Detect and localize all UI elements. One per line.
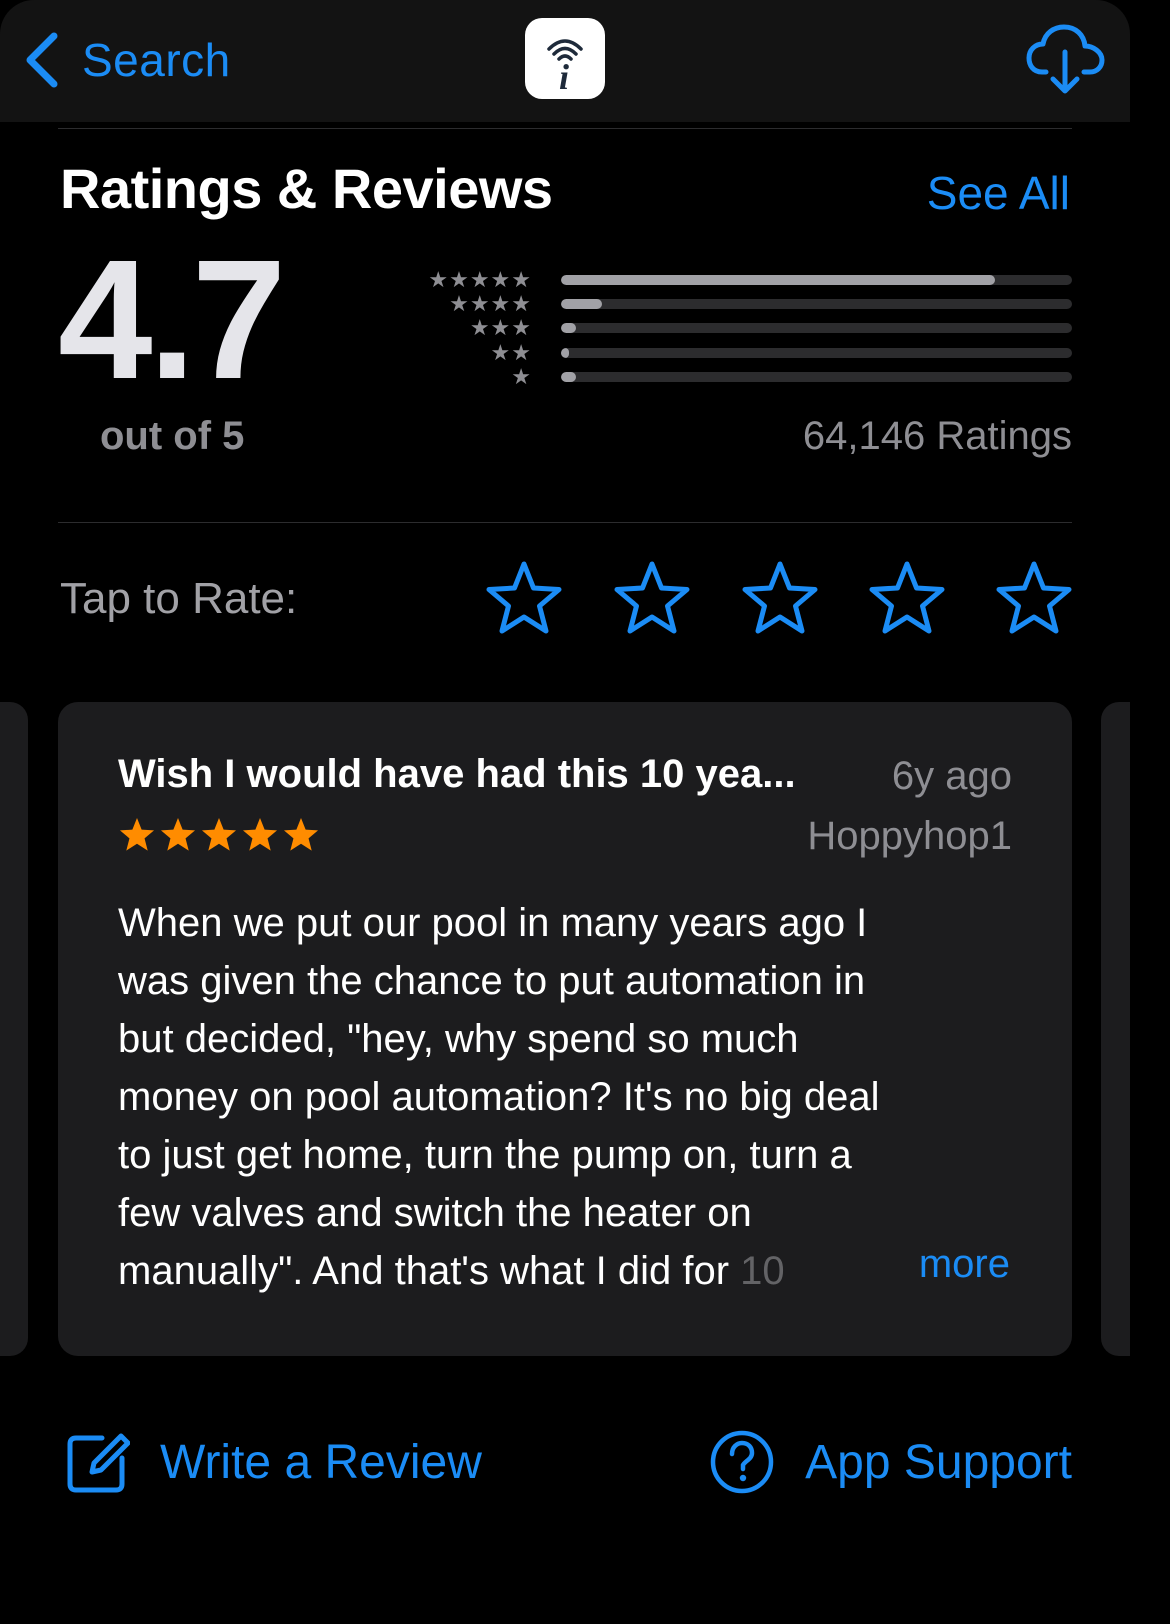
histogram-stars: ★	[511, 364, 532, 389]
review-body: When we put our pool in many years ago I…	[118, 894, 1018, 1300]
write-review-button[interactable]: Write a Review	[66, 1428, 482, 1496]
histogram-bar	[561, 372, 1072, 382]
next-review-card[interactable]	[1101, 702, 1130, 1356]
star-filled-icon	[283, 817, 319, 851]
histogram-row: ★★★★★	[410, 268, 1072, 292]
svg-text:i: i	[559, 57, 569, 91]
section-title: Ratings & Reviews	[60, 157, 553, 220]
section-divider	[58, 522, 1072, 523]
histogram-bar	[561, 348, 1072, 358]
review-line: but decided, "hey, why spend so much	[118, 1017, 799, 1061]
histogram-row: ★	[410, 365, 1072, 389]
review-author: Hoppyhop1	[807, 814, 1012, 858]
histogram-bar	[561, 323, 1072, 333]
histogram-row: ★★★	[410, 316, 1072, 340]
histogram-row: ★★★★	[410, 292, 1072, 316]
section-divider	[58, 128, 1072, 129]
histogram-stars: ★★★★★	[428, 267, 532, 292]
review-line: manually". And that's what I did for 10	[118, 1242, 1018, 1300]
review-line: was given the chance to put automation i…	[118, 959, 866, 1003]
histogram-bar	[561, 299, 1072, 309]
histogram-bar-fill	[561, 299, 602, 309]
star-filled-icon	[242, 817, 278, 851]
out-of-label: out of 5	[100, 414, 245, 458]
review-line-faded: 10	[740, 1249, 785, 1293]
star-outline-icon[interactable]	[868, 560, 946, 636]
star-outline-icon[interactable]	[741, 560, 819, 636]
review-line: When we put our pool in many years ago I	[118, 901, 868, 945]
histogram-stars: ★★★★	[449, 291, 532, 316]
more-link[interactable]: more	[919, 1242, 1010, 1287]
average-rating: 4.7	[58, 225, 286, 415]
review-line-text: manually". And that's what I did for	[118, 1249, 741, 1293]
app-support-button[interactable]: App Support	[709, 1428, 1072, 1496]
chevron-left-icon	[26, 32, 58, 88]
review-title: Wish I would have had this 10 yea...	[118, 752, 796, 796]
star-filled-icon	[201, 817, 237, 851]
download-button[interactable]	[1026, 22, 1106, 96]
review-age: 6y ago	[891, 754, 1012, 798]
tap-to-rate-label: Tap to Rate:	[60, 574, 298, 623]
app-support-label: App Support	[805, 1435, 1072, 1489]
see-all-link[interactable]: See All	[927, 166, 1070, 220]
write-review-label: Write a Review	[160, 1435, 482, 1489]
histogram-bar-fill	[561, 348, 569, 358]
cloud-download-icon	[1026, 24, 1105, 94]
histogram-bar-fill	[561, 323, 577, 333]
navigation-bar: Search i	[0, 0, 1130, 122]
histogram-row: ★★	[410, 341, 1072, 365]
review-line: to just get home, turn the pump on, turn…	[118, 1133, 852, 1177]
back-button-label: Search	[82, 34, 231, 86]
review-card[interactable]: Wish I would have had this 10 yea... 6y …	[58, 702, 1072, 1356]
review-line: money on pool automation? It's no big de…	[118, 1075, 880, 1119]
back-button[interactable]: Search	[22, 28, 231, 92]
star-outline-icon[interactable]	[995, 560, 1073, 636]
histogram-bar	[561, 275, 1072, 285]
app-icon[interactable]: i	[525, 18, 605, 99]
review-rating-stars	[118, 816, 320, 853]
question-circle-icon	[710, 1430, 774, 1494]
histogram-stars: ★★★	[469, 315, 532, 340]
star-filled-icon	[119, 817, 155, 851]
histogram-bar-fill	[561, 372, 577, 382]
star-filled-icon	[160, 817, 196, 851]
previous-review-card[interactable]	[0, 702, 28, 1356]
compose-icon	[67, 1433, 130, 1493]
histogram-stars: ★★	[490, 340, 532, 365]
star-outline-icon[interactable]	[613, 560, 691, 636]
wireless-info-logo: i	[547, 38, 583, 91]
review-line: few valves and switch the heater on	[118, 1191, 752, 1235]
histogram-bar-fill	[561, 275, 996, 285]
ratings-count: 64,146 Ratings	[802, 414, 1072, 458]
star-outline-icon[interactable]	[485, 560, 563, 636]
app-store-page: Search i Ratings & Reviews See All 4.7 o…	[0, 0, 1130, 1568]
